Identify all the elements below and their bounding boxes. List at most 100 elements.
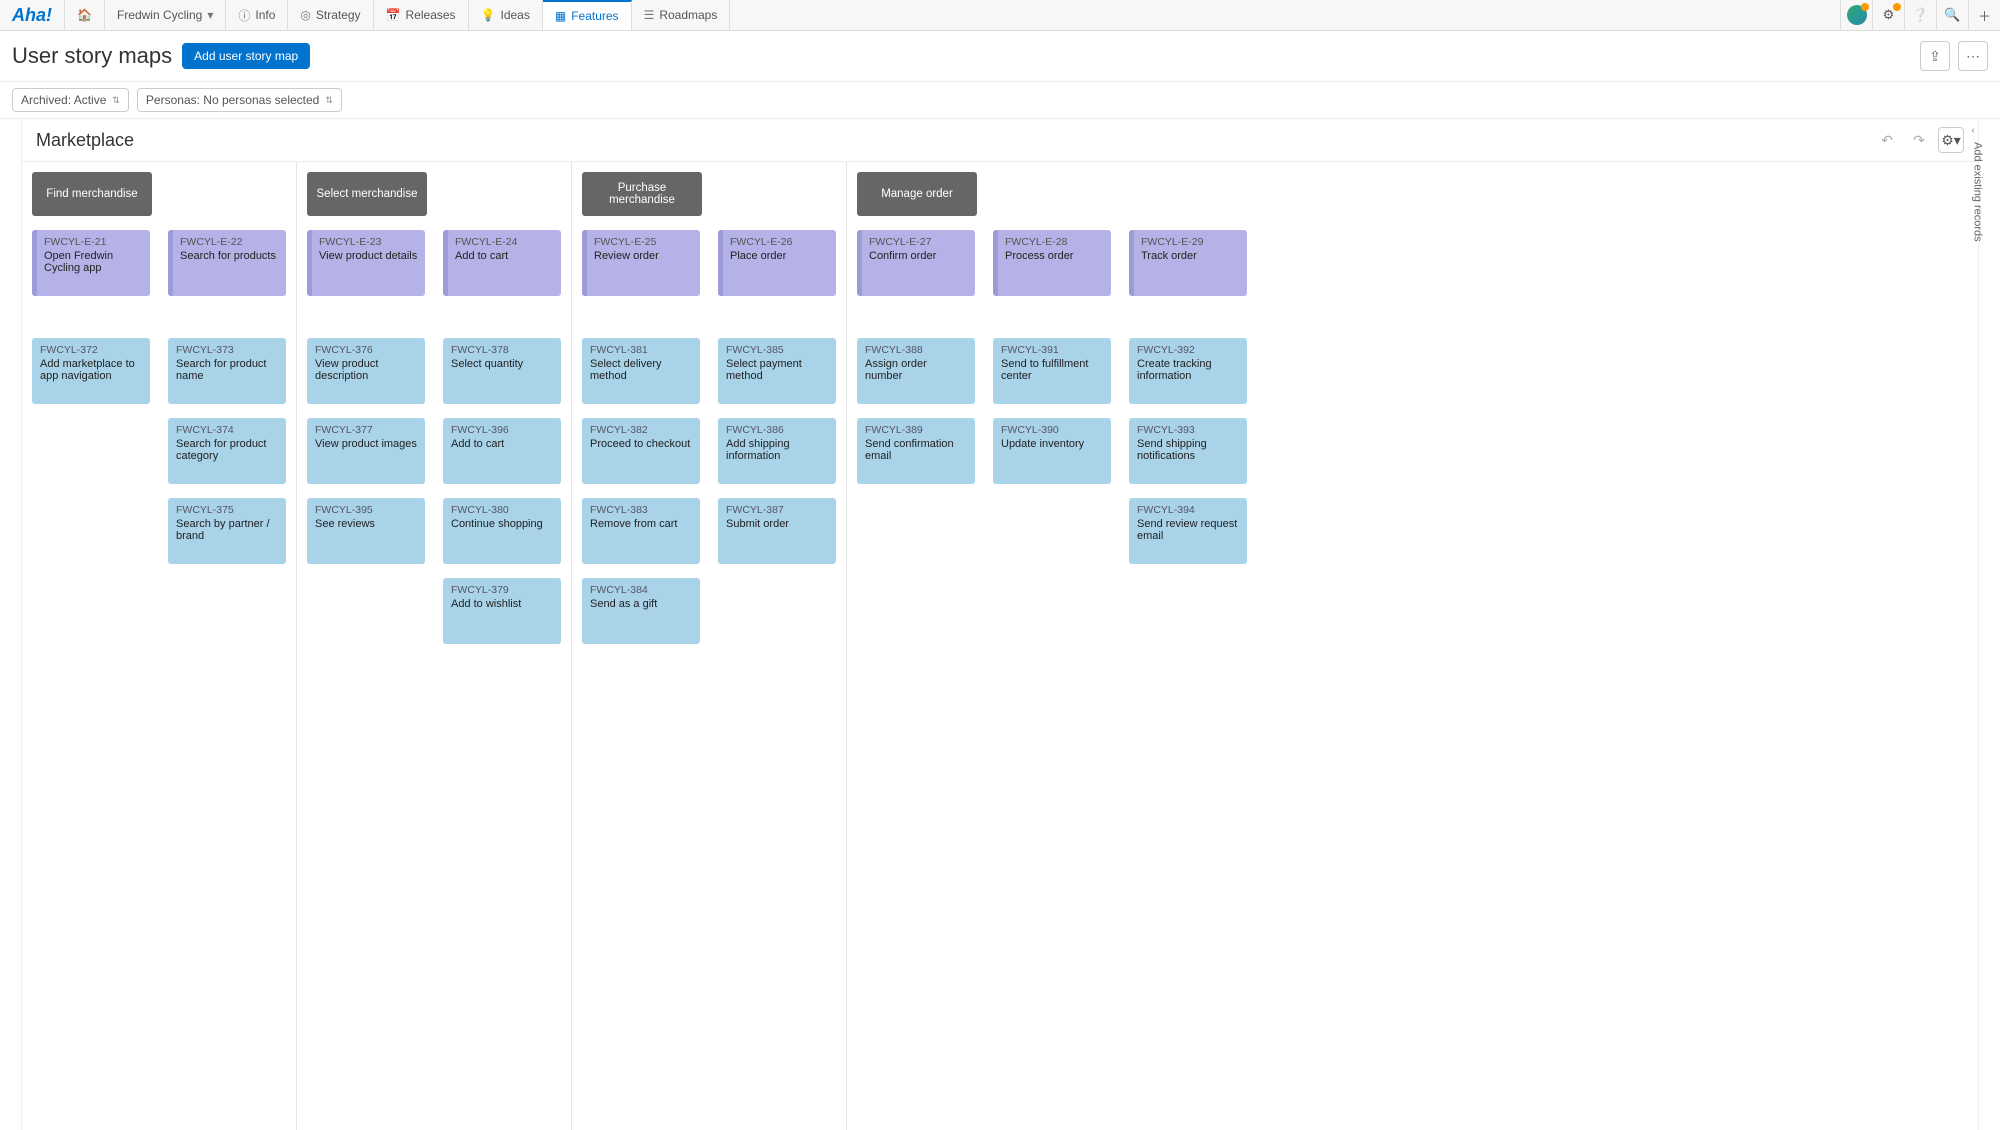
board[interactable]: Find merchandise FWCYL-E-21Open Fredwin C… [22,162,1978,1130]
left-rail[interactable]: › View all user story maps [0,119,22,1130]
story-title: Search for product name [176,358,278,382]
story-card[interactable]: FWCYL-383Remove from cart [582,498,700,564]
story-card[interactable]: FWCYL-381Select delivery method [582,338,700,404]
board-settings-button[interactable]: ⚙ ▾ [1938,127,1964,153]
epic-card[interactable]: FWCYL-E-25 Review order [582,230,700,296]
epic-card[interactable]: FWCYL-E-29Track order [1129,230,1247,296]
redo-button[interactable]: ↷ [1906,127,1932,153]
story-title: Select payment method [726,358,828,382]
story-title: See reviews [315,518,417,530]
chevron-left-icon: ‹ [1972,125,2000,136]
story-card[interactable]: FWCYL-375Search by partner / brand [168,498,286,564]
story-card[interactable]: FWCYL-392Create tracking information [1129,338,1247,404]
column-header[interactable]: Purchase merchandise [582,172,702,216]
search-button[interactable]: 🔍 [1936,0,1968,30]
column: Select merchandiseFWCYL-E-23View product… [297,162,572,1130]
epic-title: Confirm order [869,250,968,262]
share-button[interactable]: ⇪ [1920,41,1950,71]
story-card[interactable]: FWCYL-377View product images [307,418,425,484]
more-button[interactable]: ⋯ [1958,41,1988,71]
story-card[interactable]: FWCYL-389Send confirmation email [857,418,975,484]
story-card[interactable]: FWCYL-374Search for product category [168,418,286,484]
story-card[interactable]: FWCYL-393Send shipping notifications [1129,418,1247,484]
epic-card[interactable]: FWCYL-E-24Add to cart [443,230,561,296]
bulb-icon: 💡 [481,8,496,22]
story-card[interactable]: FWCYL-388Assign order number [857,338,975,404]
nav-home[interactable]: 🏠 [65,0,105,30]
epic-card[interactable]: FWCYL-E-22Search for products [168,230,286,296]
filter-personas-label: Personas: No personas selected [146,93,319,107]
logo[interactable]: Aha! [0,0,65,30]
nav-features[interactable]: ▦Features [543,0,632,30]
story-card[interactable]: FWCYL-387Submit order [718,498,836,564]
story-ref: FWCYL-387 [726,504,828,516]
add-button[interactable]: ＋ [1968,0,2000,30]
add-user-story-map-button[interactable]: Add user story map [182,43,310,69]
column-row: FWCYL-E-21Open Fredwin Cycling appFWCYL-… [32,230,286,564]
epic-title: Add to cart [455,250,554,262]
help-button[interactable]: ❔ [1904,0,1936,30]
epic-card[interactable]: FWCYL-E-23View product details [307,230,425,296]
story-title: Select quantity [451,358,553,370]
target-icon: ◎ [300,8,310,22]
nav-ideas-label: Ideas [501,8,530,22]
story-card[interactable]: FWCYL-384Send as a gift [582,578,700,644]
story-card[interactable]: FWCYL-396Add to cart [443,418,561,484]
grid-icon: ▦ [555,9,566,23]
story-title: View product images [315,438,417,450]
subcolumn: FWCYL-E-29Track order FWCYL-392Create tra… [1129,230,1247,564]
workspace: › View all user story maps Marketplace ↶… [0,119,2000,1130]
story-ref: FWCYL-396 [451,424,553,436]
settings-button[interactable]: ⚙ [1872,0,1904,30]
story-card[interactable]: FWCYL-380Continue shopping [443,498,561,564]
story-title: Update inventory [1001,438,1103,450]
nav-ideas[interactable]: 💡 Ideas [469,0,543,30]
column-header[interactable]: Find merchandise [32,172,152,216]
column: Find merchandise FWCYL-E-21Open Fredwin C… [22,162,297,1130]
story-ref: FWCYL-373 [176,344,278,356]
story-title: Select delivery method [590,358,692,382]
story-card[interactable]: FWCYL-390Update inventory [993,418,1111,484]
nav-releases[interactable]: 📅Releases [374,0,469,30]
subcolumn: FWCYL-E-26Place order FWCYL-385Select pay… [718,230,836,644]
calendar-icon: 📅 [386,8,401,22]
nav-info[interactable]: ⓘInfo [226,0,288,30]
help-icon: ❔ [1912,7,1928,23]
story-ref: FWCYL-378 [451,344,553,356]
epic-ref: FWCYL-E-23 [319,236,418,248]
story-card[interactable]: FWCYL-382Proceed to checkout [582,418,700,484]
right-rail[interactable]: ‹ Add existing records [1978,119,2000,1130]
workspace-selector[interactable]: Fredwin Cycling▾ [105,0,226,30]
story-card[interactable]: FWCYL-385Select payment method [718,338,836,404]
story-card[interactable]: FWCYL-395 See reviews [307,498,425,564]
epic-title: Review order [594,250,693,262]
story-card[interactable]: FWCYL-391Send to fulfillment center [993,338,1111,404]
story-card[interactable]: FWCYL-373 Search for product name [168,338,286,404]
page-header: User story maps Add user story map ⇪ ⋯ [0,31,2000,82]
epic-card[interactable]: FWCYL-E-26Place order [718,230,836,296]
epic-ref: FWCYL-E-25 [594,236,693,248]
filter-archived[interactable]: Archived: Active⇅ [12,88,129,112]
story-card[interactable]: FWCYL-379Add to wishlist [443,578,561,644]
story-card[interactable]: FWCYL-378 Select quantity [443,338,561,404]
story-card[interactable]: FWCYL-372Add marketplace to app navigati… [32,338,150,404]
epic-card[interactable]: FWCYL-E-28Process order [993,230,1111,296]
subcolumn: FWCYL-E-22Search for products FWCYL-373 Se… [168,230,286,564]
epic-ref: FWCYL-E-21 [44,236,143,248]
filter-personas[interactable]: Personas: No personas selected⇅ [137,88,342,112]
story-card[interactable]: FWCYL-386Add shipping information [718,418,836,484]
epic-card[interactable]: FWCYL-E-27Confirm order [857,230,975,296]
undo-button[interactable]: ↶ [1874,127,1900,153]
column-row: FWCYL-E-25 Review order FWCYL-381Select de… [582,230,836,644]
nav-strategy[interactable]: ◎Strategy [288,0,373,30]
story-card[interactable]: FWCYL-394Send review request email [1129,498,1247,564]
bars-icon: ☰ [644,8,655,22]
story-ref: FWCYL-395 [315,504,417,516]
column-header[interactable]: Select merchandise [307,172,427,216]
subcolumn: FWCYL-E-23View product details FWCYL-376V… [307,230,425,644]
epic-card[interactable]: FWCYL-E-21Open Fredwin Cycling app [32,230,150,296]
nav-roadmaps[interactable]: ☰Roadmaps [632,0,731,30]
story-card[interactable]: FWCYL-376View product description [307,338,425,404]
column-header[interactable]: Manage order [857,172,977,216]
user-avatar[interactable] [1840,0,1872,30]
